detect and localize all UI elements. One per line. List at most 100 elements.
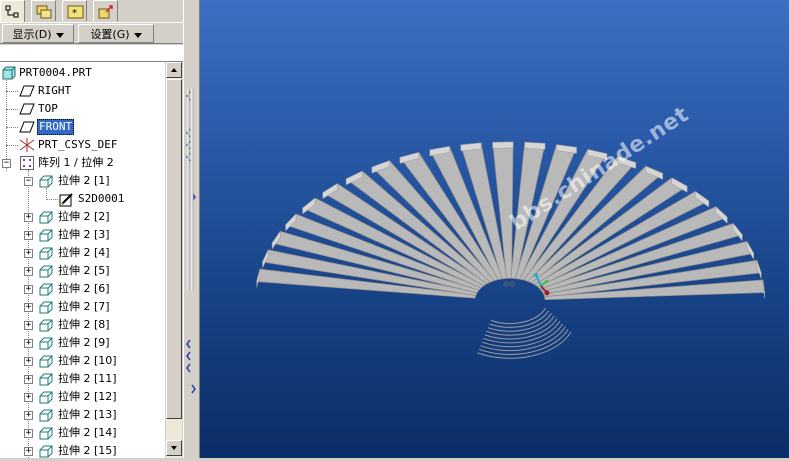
tree-scrollbar[interactable] [165, 62, 182, 458]
tree-item-label: 拉伸 2 [6] [58, 282, 110, 295]
tree-header-strip [0, 45, 183, 62]
datum-plane-icon [19, 85, 35, 97]
tree-connector [6, 109, 18, 110]
tree-item-label: 拉伸 2 [13] [58, 408, 117, 421]
tree-item-label: 拉伸 2 [10] [58, 354, 117, 367]
extrude-icon [39, 175, 53, 188]
expand-icon[interactable]: + [24, 231, 33, 240]
tree-item-label: 拉伸 2 [1] [58, 174, 110, 187]
tree-connector [6, 91, 18, 92]
tab-model-tree[interactable] [0, 0, 25, 22]
extrude-icon [39, 247, 53, 260]
sketch-icon [59, 193, 73, 207]
arrow-up-icon [171, 68, 177, 72]
tree-toolbar: 显示(D) 设置(G) [0, 22, 183, 44]
collapse-icon[interactable]: − [24, 177, 33, 186]
panel-splitter[interactable] [183, 0, 200, 458]
part-icon [2, 66, 16, 80]
tree-item-label: 拉伸 2 [11] [58, 372, 117, 385]
tree-item-label: 拉伸 2 [14] [58, 426, 117, 439]
folder-browser-icon [36, 5, 52, 19]
tree-connector [6, 145, 18, 146]
tree-connector [6, 127, 18, 128]
extrude-icon [39, 427, 53, 440]
datum-plane-icon [19, 121, 35, 133]
show-menu-label: 显示(D) [12, 28, 52, 41]
expand-icon[interactable]: + [24, 285, 33, 294]
pattern-icon [20, 156, 34, 170]
extrude-icon [39, 355, 53, 368]
scroll-up-button[interactable] [166, 62, 182, 78]
collapse-icon[interactable]: − [2, 159, 11, 168]
expand-icon[interactable]: + [24, 249, 33, 258]
splitter-grip [186, 88, 196, 394]
tree-item-label: 拉伸 2 [8] [58, 318, 110, 331]
origin-marker [503, 281, 515, 287]
tree-item-label: RIGHT [38, 84, 72, 97]
tree-item-label: S2D0001 [78, 192, 125, 205]
hub-edge [483, 320, 561, 344]
expand-icon[interactable]: + [24, 375, 33, 384]
expand-icon[interactable]: + [24, 357, 33, 366]
hub-edge [489, 310, 549, 328]
extrude-icon [39, 391, 53, 404]
expand-icon[interactable]: + [24, 393, 33, 402]
model-tree: PRT0004.PRT RIGHT TOP FRONT PRT_CSYS_DEF… [0, 62, 165, 458]
hub-edge [486, 315, 555, 336]
model-tree-panel: * 显示(D) 设置(G) PRT0004.PRT RIGHT TOP FRON… [0, 0, 183, 458]
navigator-tabs: * [0, 0, 183, 22]
extrude-icon [39, 229, 53, 242]
tree-item-label: 拉伸 2 [9] [58, 336, 110, 349]
scroll-down-button[interactable] [166, 440, 182, 456]
datum-plane-icon [19, 103, 35, 115]
tree-item-label: 拉伸 2 [5] [58, 264, 110, 277]
tree-item-label: 阵列 1 / 拉伸 2 [38, 156, 114, 169]
blade-edge [524, 141, 546, 150]
expand-icon[interactable]: + [24, 447, 33, 456]
show-menu-button[interactable]: 显示(D) [2, 24, 74, 43]
scroll-thumb[interactable] [166, 79, 182, 419]
expand-icon[interactable]: + [24, 321, 33, 330]
tree-item-label: 拉伸 2 [4] [58, 246, 110, 259]
tree-item-label: 拉伸 2 [7] [58, 300, 110, 313]
expand-icon[interactable]: + [24, 339, 33, 348]
tree-item-label: 拉伸 2 [12] [58, 390, 117, 403]
coordinate-system-icon [19, 138, 35, 152]
expand-icon[interactable]: + [24, 429, 33, 438]
extrude-icon [39, 445, 53, 458]
extrude-icon [39, 301, 53, 314]
expand-icon[interactable]: + [24, 267, 33, 276]
model-tree-icon [5, 5, 19, 18]
tree-connector [46, 199, 58, 200]
tab-connections[interactable] [93, 0, 118, 21]
tree-root-label: PRT0004.PRT [19, 66, 92, 79]
tree-item-label: 拉伸 2 [15] [58, 444, 117, 457]
settings-menu-button[interactable]: 设置(G) [78, 24, 154, 43]
graphics-viewport[interactable]: bbs.chinade.net [200, 0, 789, 458]
chevron-down-icon [133, 32, 142, 38]
extrude-blades [256, 141, 766, 359]
extrude-icon [39, 211, 53, 224]
tree-item-label: 拉伸 2 [2] [58, 210, 110, 223]
fan-model [256, 141, 766, 359]
tree-item-label: 拉伸 2 [3] [58, 228, 110, 241]
tree-item-label: PRT_CSYS_DEF [38, 138, 118, 151]
tree-connector [46, 188, 47, 198]
extrude-icon [39, 373, 53, 386]
tree-item-label-selected: FRONT [37, 119, 75, 135]
tab-favorites[interactable]: * [62, 0, 87, 21]
connections-icon [98, 5, 113, 19]
hub-edge [481, 323, 564, 348]
chevron-down-icon [55, 32, 64, 38]
tree-item-label: TOP [38, 102, 58, 115]
blade-edge [492, 141, 514, 149]
tab-folder-browser[interactable] [31, 0, 56, 21]
expand-icon[interactable]: + [24, 411, 33, 420]
favorites-icon: * [67, 5, 84, 19]
expand-icon[interactable]: + [24, 303, 33, 312]
extrude-icon [39, 337, 53, 350]
svg-text:*: * [72, 8, 77, 19]
extrude-icon [39, 283, 53, 296]
expand-icon[interactable]: + [24, 213, 33, 222]
extrude-icon [39, 319, 53, 332]
